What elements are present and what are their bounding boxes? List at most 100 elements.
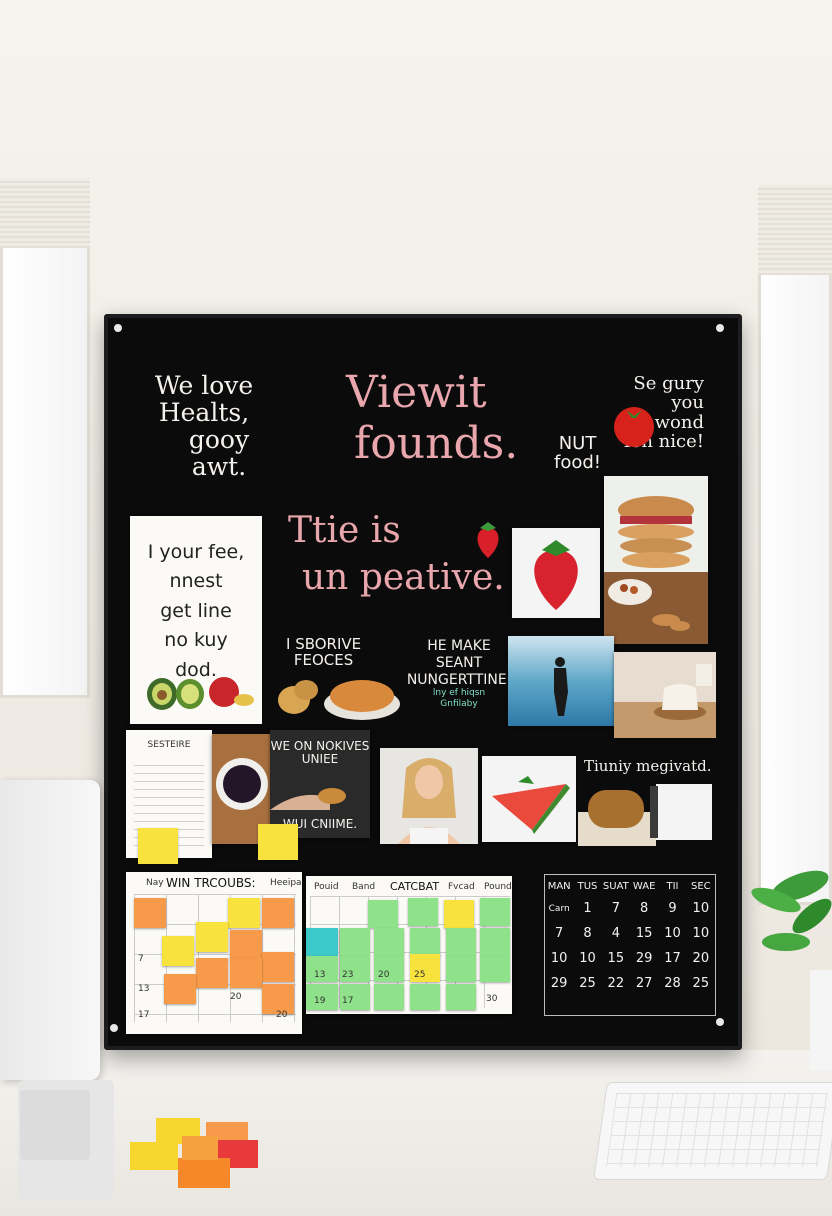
poster-line: no kuy: [164, 629, 228, 652]
chalk-line: Se gury: [633, 373, 704, 394]
sticky-note: [368, 900, 398, 928]
sticky-note: [480, 928, 510, 956]
sticky-note: [262, 898, 294, 928]
poster-line: get line: [160, 599, 232, 622]
sticky-note: [446, 956, 476, 982]
chalk-line: NUNGERTTINE.: [406, 671, 512, 688]
calendar-label: Pound: [484, 882, 512, 892]
monitor: [0, 780, 100, 1080]
calendar-date: 10: [692, 901, 710, 916]
chalk-line: We love: [154, 371, 254, 400]
calendar-label: Heeipa: [270, 878, 302, 888]
tomato-icon: [614, 407, 654, 447]
calendar-date: 13: [138, 984, 150, 994]
calendar-dates: Carn 1 7 8 9 10 7 8 4 15 10 10 10 10 15 …: [545, 896, 715, 996]
calendar-date: 25: [692, 976, 710, 991]
day-label: SEC: [691, 881, 711, 892]
calendar-date: 20: [378, 970, 390, 980]
notepad-title: SESTEIRE: [147, 740, 191, 750]
sticky-note: [444, 900, 474, 928]
sticky-note: [196, 922, 228, 952]
calendar-date: 20: [276, 1010, 288, 1020]
calendar-date: 17: [664, 951, 681, 966]
left-calendar: Nay WIN TRCOUBS: Heeipa 7 13 20 17 20: [126, 872, 302, 1034]
calendar-date: 28: [664, 976, 681, 991]
strawberry-icon: [477, 522, 499, 558]
day-label: TII: [666, 881, 679, 892]
sticky-note: [162, 936, 194, 966]
day-label: WAE: [632, 881, 656, 892]
sticky-note: [446, 928, 476, 956]
sticky-note: [410, 928, 440, 956]
chalkboard-vision-board: We love Healts, gooy awt. Viewit founds.…: [104, 314, 742, 1050]
make-text: HE MAKE SEANT NUNGERTTINE. lny ef hiqsn …: [404, 638, 514, 710]
chalk-line: gooy: [188, 425, 250, 454]
sticky-note: [480, 956, 510, 982]
spool-notebook-image: [578, 784, 712, 846]
calendar-label: Pouid: [314, 882, 339, 892]
calendar-date: 20: [230, 992, 242, 1002]
poster-line: I your fee,: [147, 541, 245, 563]
woman-photo: [380, 748, 478, 844]
calendar-date: 30: [486, 994, 498, 1004]
calendar-date: 20: [692, 951, 710, 966]
calendar-date: 17: [138, 1010, 150, 1020]
calendar-date: 8: [640, 901, 649, 916]
calendar-date: 22: [607, 976, 625, 991]
calendar-day-header: MAN TUS SUAT WAE TII SEC: [545, 881, 715, 892]
woman-image: [398, 758, 460, 844]
sticky-note: [374, 928, 404, 956]
chalk-line: lny ef hiqsn: [432, 688, 486, 699]
sticky-note: [446, 984, 476, 1010]
tiuniy-card: Tiuniy megivatd.: [578, 754, 716, 846]
calendar-date: 4: [611, 926, 620, 941]
headline-line: founds.: [354, 417, 519, 469]
sticky-note: [262, 952, 294, 982]
sticky-note: [230, 958, 262, 988]
potted-plant: [751, 870, 832, 1070]
calendar-label: Band: [352, 882, 376, 892]
headline: Viewit founds.: [346, 367, 519, 469]
sandwich-image: [604, 496, 708, 644]
sticky-note-cubes: [130, 1118, 258, 1188]
keyboard: [593, 1082, 832, 1180]
sticky-note: [340, 928, 370, 956]
nokves-text: WE ON NOKIVES UNIEE: [270, 740, 370, 766]
lake-photo: [508, 636, 614, 726]
calendar-date: 29: [550, 976, 568, 991]
middle-calendar: Pouid Band CATCBAT Fvcad Pound 13 23 20 …: [306, 876, 512, 1014]
calendar-date: 10: [550, 951, 568, 966]
chalk-line: UNIEE: [301, 751, 339, 766]
we-love-text: We love Healts, gooy awt.: [144, 372, 264, 480]
pin: [716, 1018, 724, 1026]
sticky-note: [228, 898, 260, 928]
sticky-note: [138, 828, 178, 864]
calendar-date: 9: [668, 901, 677, 916]
calendar-date: 29: [635, 951, 653, 966]
chalk-line: NUT: [558, 433, 597, 454]
chalk-line: food!: [554, 452, 602, 474]
calendar-date: 1: [583, 901, 592, 916]
calendar-date: 25: [414, 970, 426, 980]
chalk-line: I SBORIVE: [286, 635, 362, 653]
nut-food-text: NUT food!: [554, 434, 601, 473]
food-bowls-image: [278, 680, 400, 720]
chalk-line: Gnfilaby: [440, 699, 478, 710]
watermelon-image: [492, 776, 570, 834]
headline-line: Viewit: [346, 367, 487, 418]
calendar-date: 23: [342, 970, 354, 980]
chalk-line: SEANT: [435, 654, 483, 671]
avocado-fruit-image: [147, 677, 254, 710]
poster-line: nnest: [169, 570, 223, 593]
hand-pouring-image: [270, 788, 346, 810]
left-window: [0, 178, 90, 698]
sborive-text: I SBORIVE FEOCES: [286, 635, 362, 669]
calendar-date: 17: [342, 996, 354, 1006]
sticky-note: [374, 984, 404, 1010]
day-label: TUS: [577, 881, 598, 892]
dark-calendar: MAN TUS SUAT WAE TII SEC Carn 1 7 8 9 10…: [544, 874, 716, 1016]
pin: [110, 1024, 118, 1032]
calendar-date: 7: [555, 926, 564, 941]
chalk-line: WE ON NOKIVES: [270, 739, 370, 753]
sticky-note: [230, 930, 262, 960]
